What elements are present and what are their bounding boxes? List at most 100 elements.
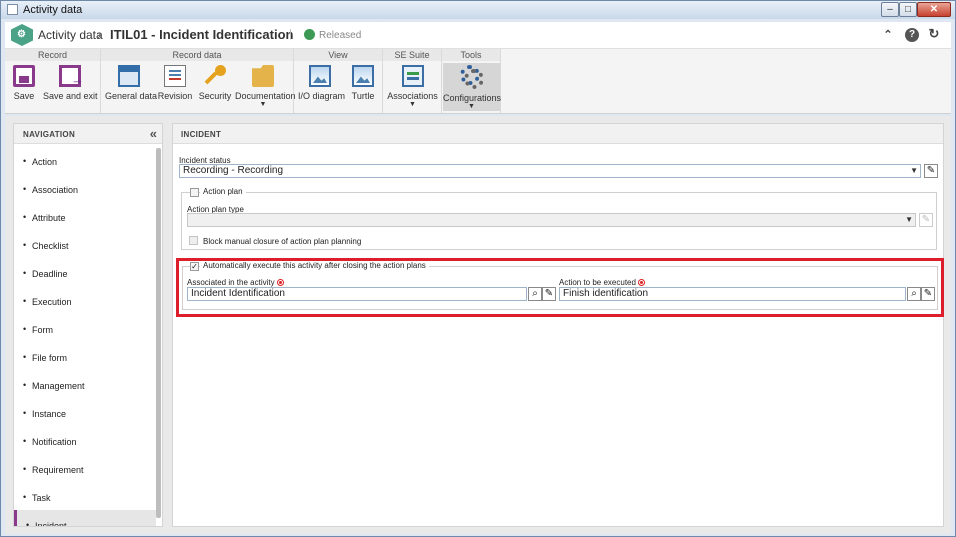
action-plan-checkbox[interactable] xyxy=(190,188,199,197)
navigation-header: NAVIGATION « xyxy=(14,124,162,144)
incident-status-value: Recording - Recording xyxy=(183,165,284,176)
save-exit-icon xyxy=(59,65,84,87)
required-icon xyxy=(637,279,645,286)
key-icon xyxy=(204,65,226,87)
general-data-button[interactable]: General data xyxy=(105,63,157,101)
nav-item-label: Form xyxy=(32,325,53,335)
nav-item[interactable]: • Deadline xyxy=(14,258,156,286)
bullet-icon: • xyxy=(23,212,27,222)
incident-header: INCIDENT xyxy=(173,124,943,144)
action-clear-button[interactable]: ✎ xyxy=(921,287,935,301)
diagram-icon xyxy=(309,65,331,87)
security-button[interactable]: Security xyxy=(197,63,233,101)
required-icon xyxy=(276,279,284,286)
incident-status-select[interactable]: Recording - Recording ▼ xyxy=(179,164,921,178)
associated-search-button[interactable]: ⌕ xyxy=(528,287,542,301)
bullet-icon: • xyxy=(23,184,27,194)
ribbon-group-se-suite: SE Suite Associations ▼ xyxy=(383,49,442,113)
eraser-icon: ✎ xyxy=(544,288,554,299)
nav-item[interactable]: • Execution xyxy=(14,286,156,314)
block-closure-label: Block manual closure of action plan plan… xyxy=(203,237,362,246)
breadcrumb-root[interactable]: Activity data xyxy=(38,28,103,42)
clear-type-button[interactable]: ✎ xyxy=(919,213,933,227)
nav-item[interactable]: • Incident xyxy=(14,510,156,526)
main-area: NAVIGATION « • Action • Association • Attribu… xyxy=(5,116,951,534)
documentation-button[interactable]: Documentation ▼ xyxy=(235,63,296,108)
save-button[interactable]: Save xyxy=(11,63,37,101)
eraser-icon: ✎ xyxy=(926,165,936,176)
turtle-button[interactable]: Turtle xyxy=(346,63,380,101)
nav-item[interactable]: • Instance xyxy=(14,398,156,426)
help-icon[interactable]: ? xyxy=(905,28,919,42)
bullet-icon: • xyxy=(23,352,27,362)
nav-item-label: Requirement xyxy=(32,465,84,475)
nav-item[interactable]: • Management xyxy=(14,370,156,398)
search-icon: ⌕ xyxy=(532,288,538,299)
maximize-button[interactable]: □ xyxy=(899,2,917,17)
action-label-text: Action to be executed xyxy=(559,278,636,287)
action-search-button[interactable]: ⌕ xyxy=(907,287,921,301)
turtle-icon xyxy=(352,65,374,87)
associations-button[interactable]: Associations ▼ xyxy=(386,63,439,108)
ribbon-group-tools: Tools Configurations ▼ xyxy=(442,49,501,113)
nav-item[interactable]: • Notification xyxy=(14,426,156,454)
action-input[interactable]: Finish identification xyxy=(559,287,906,301)
nav-item[interactable]: • Form xyxy=(14,314,156,342)
bullet-icon: • xyxy=(23,296,27,306)
nav-item[interactable]: • Association xyxy=(14,174,156,202)
collapse-left-icon[interactable]: « xyxy=(150,126,157,141)
bullet-icon: • xyxy=(23,240,27,250)
group-title: SE Suite xyxy=(383,49,441,61)
ribbon-group-record: Record Save Save and exit xyxy=(5,49,101,113)
nav-item[interactable]: • Checklist xyxy=(14,230,156,258)
auto-exec-checkbox[interactable]: ✓ xyxy=(190,262,199,271)
navigation-list: • Action • Association • Attribute • Checklist •… xyxy=(14,146,156,526)
refresh-icon[interactable]: ↻ xyxy=(927,26,941,41)
bullet-icon: • xyxy=(23,156,27,166)
bullet-icon: • xyxy=(23,436,27,446)
nav-item[interactable]: • Action xyxy=(14,146,156,174)
block-closure-checkbox[interactable] xyxy=(189,236,198,245)
window-icon xyxy=(118,65,140,87)
navigation-title: NAVIGATION xyxy=(23,130,76,139)
group-title: View xyxy=(294,49,382,61)
associated-input[interactable]: Incident Identification xyxy=(187,287,527,301)
revision-button[interactable]: Revision xyxy=(157,63,193,101)
dropdown-arrow-icon: ▼ xyxy=(910,166,918,175)
auto-exec-legend: Automatically execute this activity afte… xyxy=(200,261,429,270)
ribbon-group-view: View I/O diagram Turtle xyxy=(294,49,383,113)
bullet-icon: • xyxy=(23,492,27,502)
collapse-up-icon[interactable]: ⌃ xyxy=(881,28,895,42)
group-title: Tools xyxy=(442,49,500,61)
configurations-button[interactable]: Configurations ▼ xyxy=(443,63,501,111)
nav-item-label: Task xyxy=(32,493,51,503)
minimize-button[interactable]: – xyxy=(881,2,899,17)
nav-item[interactable]: • Attribute xyxy=(14,202,156,230)
close-button[interactable]: ✕ xyxy=(917,2,951,17)
folder-icon xyxy=(252,65,274,87)
divider: | xyxy=(289,28,292,40)
action-plan-legend: Action plan xyxy=(200,187,246,196)
header: ⚙ Activity data › ITIL01 - Incident Iden… xyxy=(5,22,951,48)
nav-item-label: Deadline xyxy=(32,269,68,279)
associated-clear-button[interactable]: ✎ xyxy=(542,287,556,301)
page-title: ITIL01 - Incident Identification xyxy=(110,27,294,42)
ribbon-group-record-data: Record data General data Revision Securi… xyxy=(101,49,296,113)
clear-field-button[interactable]: ✎ xyxy=(924,164,938,178)
associated-label-text: Associated in the activity xyxy=(187,278,275,287)
group-title: Record xyxy=(5,49,100,61)
section-title: INCIDENT xyxy=(181,130,222,139)
released-icon xyxy=(304,29,315,40)
save-exit-button[interactable]: Save and exit xyxy=(43,63,98,101)
bullet-icon: • xyxy=(23,464,27,474)
io-diagram-button[interactable]: I/O diagram xyxy=(298,63,345,101)
logo-icon: ⚙ xyxy=(11,24,33,46)
nav-item[interactable]: • Task xyxy=(14,482,156,510)
scrollbar[interactable] xyxy=(156,148,161,518)
nav-item[interactable]: • Requirement xyxy=(14,454,156,482)
nav-item-label: Management xyxy=(32,381,85,391)
eraser-icon: ✎ xyxy=(921,214,931,225)
title-bar: Activity data – □ ✕ xyxy=(1,1,955,19)
nav-item[interactable]: • File form xyxy=(14,342,156,370)
action-plan-type-select[interactable]: ▼ xyxy=(187,213,916,227)
